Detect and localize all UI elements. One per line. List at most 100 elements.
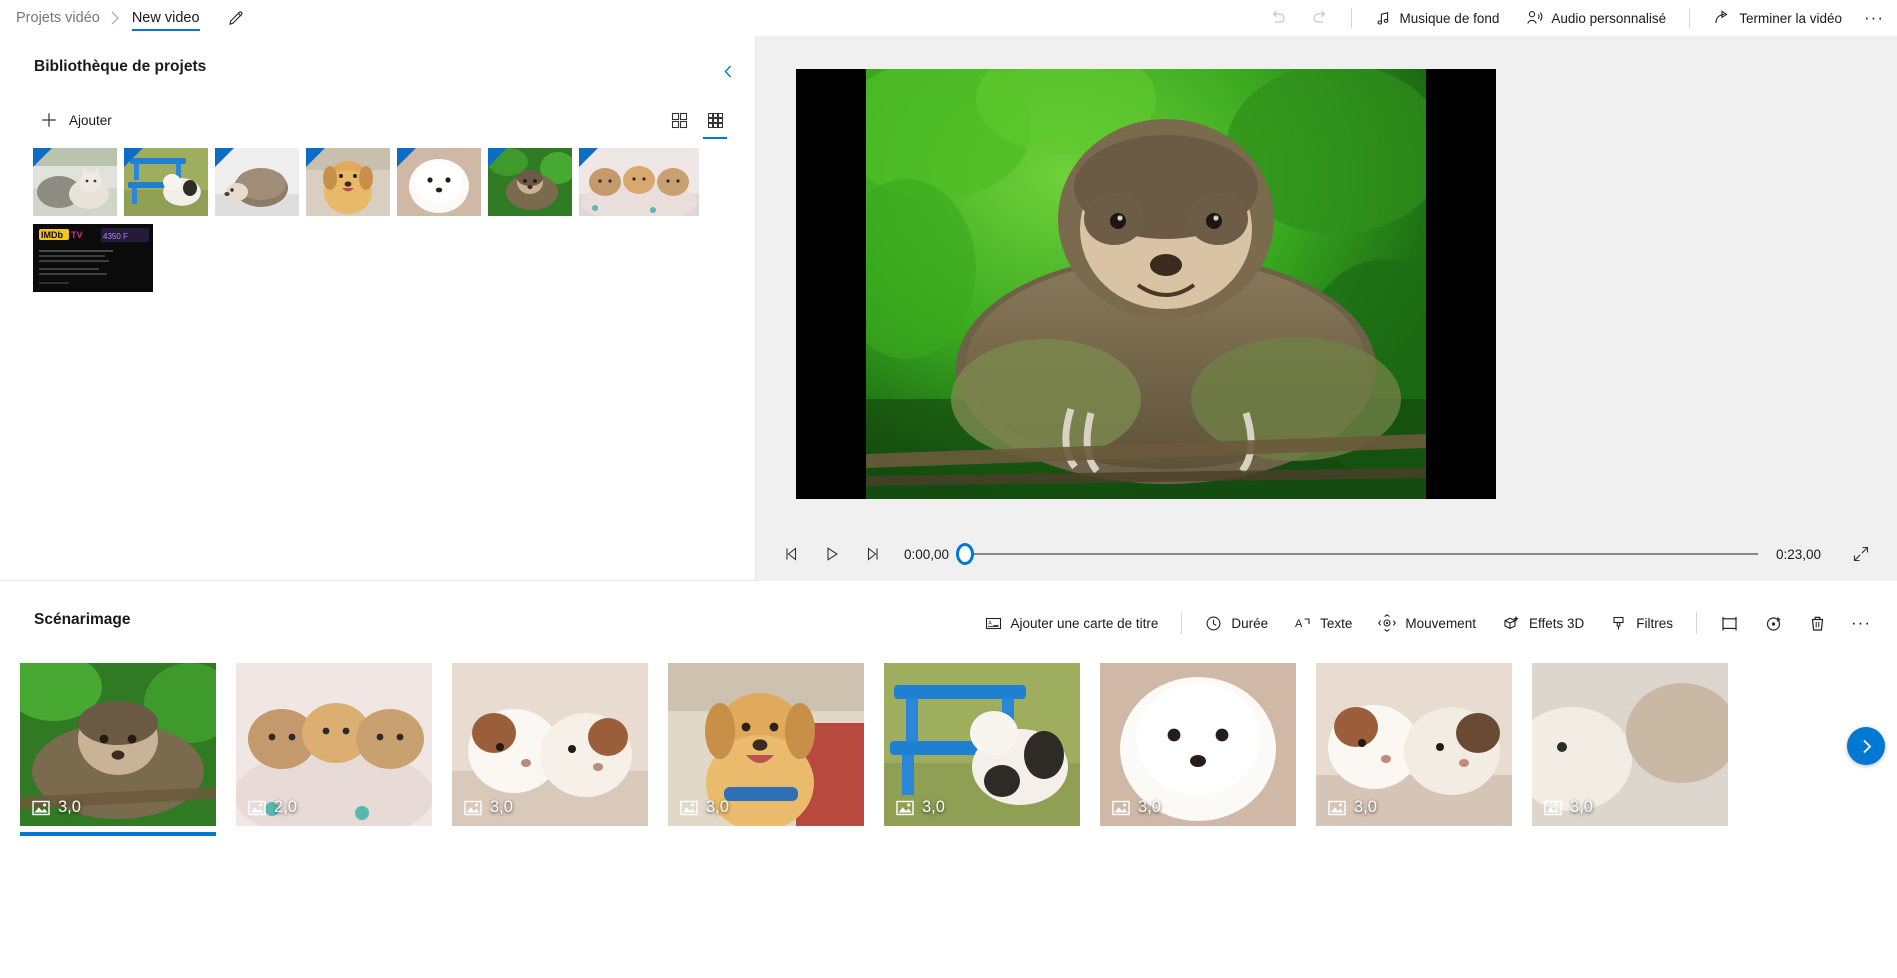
plus-icon <box>40 111 58 129</box>
clock-icon <box>1205 615 1222 632</box>
add-media-label: Ajouter <box>69 112 112 128</box>
video-preview-frame[interactable] <box>796 69 1496 499</box>
person-audio-icon <box>1525 9 1543 27</box>
next-frame-icon[interactable] <box>854 538 890 570</box>
total-time-label: 0:23,00 <box>1775 546 1821 562</box>
clip-duration-label: 3,0 <box>922 798 945 816</box>
storyboard-clip[interactable]: 3,0 <box>20 663 216 836</box>
clip-duration-badge: 2,0 <box>248 798 297 817</box>
svg-text:TV: TV <box>71 230 83 240</box>
selection-corner-icon <box>124 148 143 167</box>
library-item-three-kittens[interactable] <box>579 148 699 216</box>
clip-duration-badge: 3,0 <box>1328 798 1377 817</box>
motion-button[interactable]: Mouvement <box>1365 605 1489 641</box>
storyboard-clip[interactable]: 3,0 <box>1316 663 1512 826</box>
text-label: Texte <box>1320 615 1353 631</box>
library-item-imdb-tv-card[interactable]: IMDb TV 4350 F <box>33 224 153 292</box>
custom-audio-button[interactable]: Audio personnalisé <box>1512 1 1679 35</box>
breadcrumb: Projets vidéo New video <box>0 0 254 36</box>
image-icon <box>1544 800 1562 816</box>
custom-audio-label: Audio personnalisé <box>1551 10 1667 26</box>
effects-3d-button[interactable]: Effets 3D <box>1489 605 1597 641</box>
grid-large-icon[interactable] <box>664 105 694 135</box>
library-item-golden-retriever-puppy[interactable] <box>306 148 390 216</box>
filters-button[interactable]: Filtres <box>1597 605 1686 641</box>
image-icon <box>464 800 482 816</box>
pencil-icon[interactable] <box>220 1 254 35</box>
clip-duration-label: 3,0 <box>706 798 729 816</box>
clip-duration-label: 3,0 <box>1354 798 1377 816</box>
more-options-icon[interactable]: ··· <box>1839 605 1883 641</box>
storyboard-clip[interactable]: 3,0 <box>1532 663 1728 826</box>
image-icon <box>248 800 266 816</box>
more-options-icon[interactable]: ··· <box>1855 1 1893 35</box>
toolbar-divider <box>1350 8 1352 28</box>
finish-video-button[interactable]: Terminer la vidéo <box>1700 1 1855 35</box>
storyboard-clip[interactable]: 2,0 <box>236 663 432 826</box>
library-item-sloth[interactable] <box>488 148 572 216</box>
library-toolbar: Ajouter <box>0 98 756 142</box>
storyboard-clip[interactable]: 3,0 <box>1100 663 1296 826</box>
top-toolbar-actions: Musique de fond Audio personnalisé Termi… <box>1257 0 1897 36</box>
redo-icon[interactable] <box>1299 1 1341 35</box>
clip-duration-label: 2,0 <box>274 798 297 816</box>
library-item-white-pomeranian[interactable] <box>397 148 481 216</box>
library-thumbnail-grid: IMDb TV 4350 F <box>33 148 733 292</box>
storyboard-clip[interactable]: 3,0 <box>884 663 1080 826</box>
undo-icon[interactable] <box>1257 1 1299 35</box>
cube-sparkle-icon <box>1502 614 1520 632</box>
text-button[interactable]: A Texte <box>1281 605 1365 641</box>
selection-corner-icon <box>306 148 325 167</box>
background-music-button[interactable]: Musique de fond <box>1362 1 1513 35</box>
chevron-left-icon[interactable] <box>713 56 743 86</box>
clip-duration-label: 3,0 <box>490 798 513 816</box>
storyboard-clip[interactable]: 3,0 <box>668 663 864 826</box>
image-icon <box>32 800 50 816</box>
playback-scrubber[interactable] <box>956 538 1758 570</box>
text-icon: A <box>1294 615 1311 632</box>
add-title-card-button[interactable]: A Ajouter une carte de titre <box>972 605 1172 641</box>
library-item-cat-and-kitten[interactable] <box>33 148 117 216</box>
clip-duration-badge: 3,0 <box>32 798 81 817</box>
duration-label: Durée <box>1231 615 1269 631</box>
breadcrumb-separator-icon <box>108 11 122 25</box>
filters-label: Filtres <box>1636 615 1673 631</box>
library-item-puppy-picnic-table[interactable] <box>124 148 208 216</box>
image-icon <box>1328 800 1346 816</box>
image-icon <box>1112 800 1130 816</box>
clip-duration-label: 3,0 <box>1138 798 1161 816</box>
playback-controls: 0:00,00 0:23,00 <box>756 530 1897 578</box>
effects-3d-label: Effets 3D <box>1528 615 1585 631</box>
title-card-icon: A <box>985 615 1002 632</box>
clip-duration-badge: 3,0 <box>680 798 729 817</box>
chevron-right-icon[interactable] <box>1847 727 1885 765</box>
project-library-title: Bibliothèque de projets <box>34 58 207 75</box>
breadcrumb-current-project[interactable]: New video <box>122 0 210 36</box>
top-toolbar: Projets vidéo New video Musique de fond … <box>0 0 1897 36</box>
scrubber-handle[interactable] <box>956 543 975 565</box>
image-icon <box>680 800 698 816</box>
storyboard-clip[interactable]: 3,0 <box>452 663 648 826</box>
selection-corner-icon <box>579 148 598 167</box>
library-item-hedgehog[interactable] <box>215 148 299 216</box>
storyboard-divider-2 <box>1696 612 1697 634</box>
breadcrumb-video-projects[interactable]: Projets vidéo <box>8 0 108 36</box>
finish-video-label: Terminer la vidéo <box>1739 10 1842 26</box>
play-icon[interactable] <box>814 538 850 570</box>
selection-corner-icon <box>33 148 52 167</box>
crop-icon[interactable] <box>1707 605 1751 641</box>
delete-icon[interactable] <box>1795 605 1839 641</box>
svg-text:A: A <box>1295 618 1303 630</box>
svg-text:A: A <box>988 620 992 626</box>
fullscreen-icon[interactable] <box>1841 538 1881 570</box>
rotate-icon[interactable] <box>1751 605 1795 641</box>
toolbar-divider-2 <box>1689 8 1691 28</box>
grid-small-icon[interactable] <box>700 105 730 139</box>
storyboard-divider-1 <box>1181 612 1183 634</box>
previous-frame-icon[interactable] <box>774 538 810 570</box>
add-media-button[interactable]: Ajouter <box>40 103 120 137</box>
duration-button[interactable]: Durée <box>1192 605 1281 641</box>
motion-label: Mouvement <box>1405 615 1476 631</box>
storyboard-panel: Scénarimage A Ajouter une carte de titre <box>0 581 1897 978</box>
scrubber-track <box>965 552 1758 556</box>
